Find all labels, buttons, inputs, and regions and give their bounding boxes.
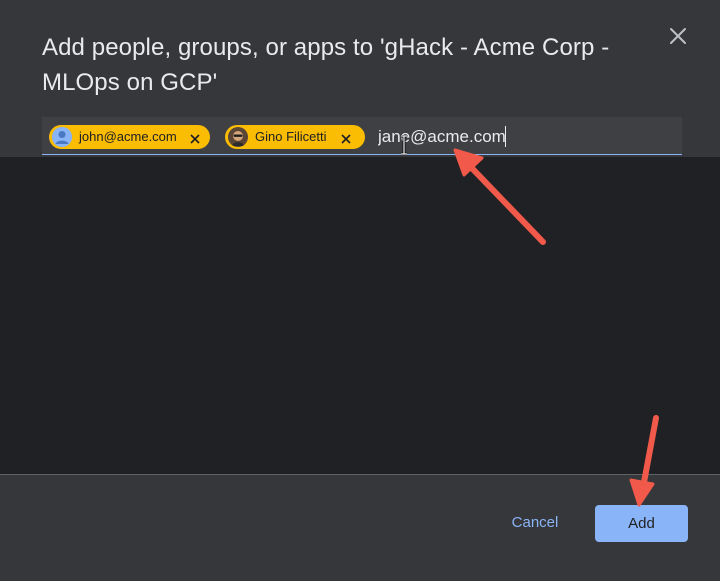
dialog-title: Add people, groups, or apps to 'gHack - …: [42, 30, 622, 100]
chip-label: john@acme.com: [79, 129, 177, 144]
dialog-title-line-2: MLOps on GCP': [42, 69, 218, 96]
recipients-field[interactable]: john@acme.com Gino Filicetti: [42, 117, 682, 155]
remove-chip-button[interactable]: [188, 130, 202, 144]
person-icon: [52, 127, 72, 147]
close-icon: [341, 134, 351, 144]
close-icon: [190, 134, 200, 144]
share-dialog: Add people, groups, or apps to 'gHack - …: [0, 0, 720, 581]
recipient-chip-gino[interactable]: Gino Filicetti: [225, 125, 365, 149]
text-caret: [505, 126, 506, 147]
dialog-title-line-1: Add people, groups, or apps to 'gHack - …: [42, 34, 610, 61]
ibeam-cursor-icon: [401, 135, 407, 155]
cancel-button[interactable]: Cancel: [495, 505, 575, 541]
recipient-chip-john[interactable]: john@acme.com: [49, 125, 210, 149]
chip-label: Gino Filicetti: [255, 129, 327, 144]
recipient-input[interactable]: [378, 126, 668, 148]
suggestions-area: [0, 157, 720, 475]
close-button[interactable]: [664, 22, 692, 50]
close-icon: [670, 28, 686, 44]
profile-photo: [228, 127, 248, 147]
add-button[interactable]: Add: [595, 505, 688, 542]
remove-chip-button[interactable]: [339, 130, 353, 144]
